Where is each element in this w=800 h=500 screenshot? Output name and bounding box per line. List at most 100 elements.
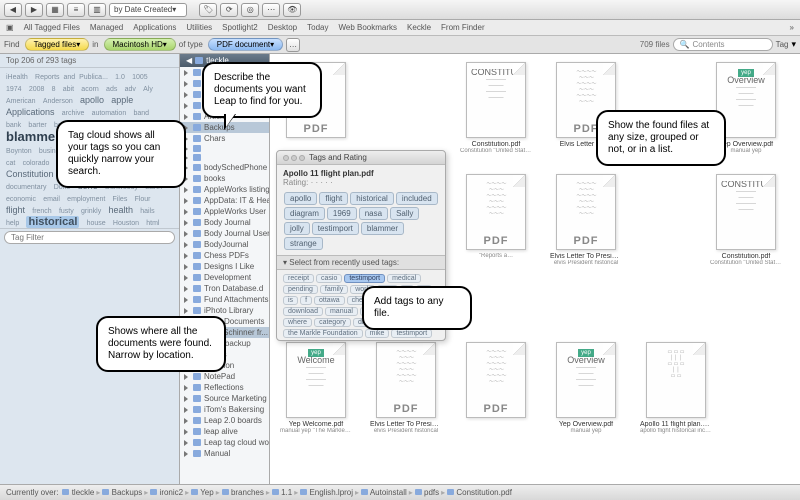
tag-cloud-tag[interactable]: french [32,208,51,215]
recent-tag-chip[interactable]: is [283,296,298,305]
recent-tag-chip[interactable]: mike [365,329,390,338]
recent-tag-chip[interactable]: medical [387,274,421,283]
rating-stars[interactable]: · · · · · [311,178,333,187]
recent-tag-chip[interactable]: ottawa [314,296,345,305]
bookmark-item[interactable]: Utilities [186,23,212,32]
refresh-button[interactable]: ⟳ [220,3,238,17]
recent-tag-chip[interactable]: testimport [391,329,432,338]
recent-tag-chip[interactable]: testimport [344,274,385,283]
tree-item[interactable]: Fund Attachments [180,294,269,305]
tag-cloud-tag[interactable]: Constitution [6,169,54,179]
breadcrumb-item[interactable]: tleckle [62,488,94,497]
tag-cloud-tag[interactable]: flight [6,205,25,215]
recent-tag-chip[interactable]: receipt [283,274,314,283]
file-thumbnail[interactable]: CONSTITUTION――――――――――――――Constitution.p… [710,174,782,266]
tree-item[interactable]: AppleWorks listings [180,184,269,195]
tree-item[interactable]: leap alive [180,426,269,437]
breadcrumb-item[interactable]: Constitution.pdf [447,488,512,497]
tree-item[interactable]: books [180,173,269,184]
tree-item[interactable] [180,153,269,162]
tag-cloud-tag[interactable]: fusty [59,208,74,215]
tag-cloud-tag[interactable]: barter [28,122,46,129]
tag-cloud-tag[interactable]: ads [106,86,117,93]
file-tag-chip[interactable]: testimport [312,222,359,235]
tree-item[interactable]: NotePad [180,371,269,382]
bookmark-item[interactable]: Keckle [407,23,431,32]
tag-cloud-tag[interactable]: acorn [81,86,99,93]
file-tag-chip[interactable]: flight [319,192,348,205]
tag-cloud-tag[interactable]: help [6,220,19,227]
breadcrumb-item[interactable]: Yep [191,488,214,497]
tree-item[interactable]: Chess PDFs [180,250,269,261]
info-button[interactable]: ◎ [241,3,259,17]
bookmark-item[interactable]: Desktop [268,23,297,32]
tree-item[interactable]: AppData: IT & Healthcare [180,195,269,206]
tag-cloud-tag[interactable]: house [87,220,106,227]
breadcrumb-item[interactable]: pdfs [415,488,439,497]
tree-item[interactable]: Tron Database.d [180,283,269,294]
file-tag-chip[interactable]: diagram [284,207,325,220]
breadcrumb-item[interactable]: branches [222,488,264,497]
breadcrumb-item[interactable]: English.lproj [300,488,353,497]
tag-cloud-tag[interactable]: economic [6,196,36,203]
tree-item[interactable]: bodySchedPhone [180,162,269,173]
bookmark-overflow-icon[interactable]: » [790,23,794,32]
file-tags[interactable]: apolloflighthistoricalincludeddiagram196… [283,191,439,251]
tag-cloud-tag[interactable]: historical [26,216,79,228]
tag-cloud-tag[interactable]: documentary [6,184,46,191]
bookmark-item[interactable]: Today [307,23,328,32]
tag-cloud-tag[interactable]: Anderson [43,98,73,105]
tag-cloud-tag[interactable]: Reports and Publica... [35,74,108,81]
back-button[interactable]: ◀ [4,3,22,17]
file-tag-chip[interactable]: included [396,192,438,205]
tag-cloud-tag[interactable]: apple [111,95,133,105]
recent-tag-chip[interactable]: f [300,296,312,305]
tree-item[interactable]: Manual [180,448,269,459]
sort-selector[interactable]: by Date Created ▾ [109,3,187,17]
tag-cloud-tag[interactable]: American [6,98,36,105]
tag-cloud-tag[interactable]: 1.0 [115,74,125,81]
recent-tag-chip[interactable]: pending [283,285,318,294]
tag-cloud-tag[interactable]: iHealth [6,74,28,81]
recent-tag-chip[interactable]: casio [316,274,342,283]
tag-cloud-tag[interactable]: automation [92,110,127,117]
tag-cloud-tag[interactable]: Applications [6,107,55,117]
tree-item[interactable]: Body Journal User Dat [180,228,269,239]
file-thumbnail[interactable]: yepWelcome――――――――――――――Yep Welcome.pdfm… [280,342,352,434]
tag-cloud-tag[interactable]: Boynton [6,148,32,155]
recent-tag-chip[interactable]: category [314,318,351,327]
tree-item[interactable]: Designs I Like [180,261,269,272]
tag-cloud-tag[interactable]: 2008 [29,86,45,93]
breadcrumb-item[interactable]: 1.1 [272,488,292,497]
tree-item[interactable]: iTom's Bakersing [180,404,269,415]
bookmark-item[interactable]: Spotlight2 [222,23,258,32]
quicklook-button[interactable]: 👁 [283,3,301,17]
tag-tool-button[interactable]: 🏷 [199,3,217,17]
tree-item[interactable]: BodyJournal [180,239,269,250]
file-tag-chip[interactable]: blammer [361,222,404,235]
tree-item[interactable]: AppleWorks User Data [180,206,269,217]
breadcrumb-item[interactable]: ironic2 [150,488,183,497]
recent-tag-chip[interactable]: the Markle Foundation [283,329,363,338]
file-tag-chip[interactable]: nasa [359,207,388,220]
path-breadcrumb[interactable]: tleckle▸ Backups▸ ironic2▸ Yep▸ branches… [62,488,511,497]
file-thumbnail[interactable]: ～～～～～～～～～～～～～～～～～～～～～PDFElvis Letter To … [370,342,442,434]
tag-cloud-tag[interactable]: 1005 [132,74,148,81]
action-button[interactable]: ⋯ [262,3,280,17]
breadcrumb-item[interactable]: Autoinstall [361,488,407,497]
tag-cloud-tag[interactable]: band [133,110,149,117]
bookmark-item[interactable]: All Tagged Files [24,23,80,32]
tag-cloud-tag[interactable]: abit [63,86,74,93]
recent-tag-chip[interactable]: family [320,285,348,294]
recent-tag-chip[interactable]: manual [325,307,358,316]
tag-cloud-tag[interactable]: hails [140,208,154,215]
tag-cloud-tag[interactable]: grinkly [81,208,101,215]
recent-tag-chip[interactable]: download [283,307,323,316]
tag-cloud-tag[interactable]: colorado [23,160,50,167]
tag-cloud-tag[interactable]: blammer [6,129,60,144]
file-thumbnail[interactable]: ▭ ▭ ▭│ │ │▭ ▭ ▭│ │▭ ▭Apollo 11 flight pl… [640,342,712,434]
tree-item[interactable]: iPhoto Library [180,305,269,316]
file-thumbnail[interactable]: ～～～～～～～～～～～～～～～～～～～～～PDF"Reports a… [460,174,532,259]
file-tag-chip[interactable]: strange [284,237,323,250]
filter-pill-location[interactable]: Macintosh HD ▾ [104,38,176,51]
